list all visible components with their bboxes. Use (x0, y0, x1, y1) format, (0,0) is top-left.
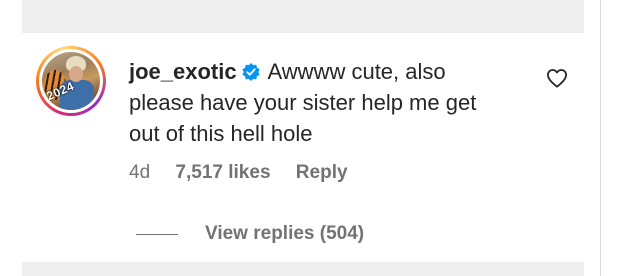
reply-button[interactable]: Reply (296, 162, 348, 184)
right-border (600, 0, 601, 276)
comment-body: joe_exotic Awwww cute, also please have … (129, 56, 509, 149)
replies-divider-line (136, 234, 178, 235)
comment-timestamp[interactable]: 4d (129, 162, 150, 184)
heart-outline-icon[interactable] (546, 68, 568, 88)
likes-count[interactable]: 7,517 likes (175, 162, 270, 184)
avatar-ring-gap: 2024 (39, 49, 103, 113)
top-divider-strip (22, 0, 584, 33)
avatar[interactable]: 2024 (36, 46, 106, 116)
avatar-photo: 2024 (42, 52, 100, 110)
username-link[interactable]: joe_exotic (129, 59, 237, 84)
view-replies-label: View replies (504) (205, 223, 365, 244)
verified-badge-icon (242, 63, 260, 81)
comment-meta-row: 4d 7,517 likes Reply (129, 162, 348, 184)
bottom-divider-strip (22, 262, 584, 276)
